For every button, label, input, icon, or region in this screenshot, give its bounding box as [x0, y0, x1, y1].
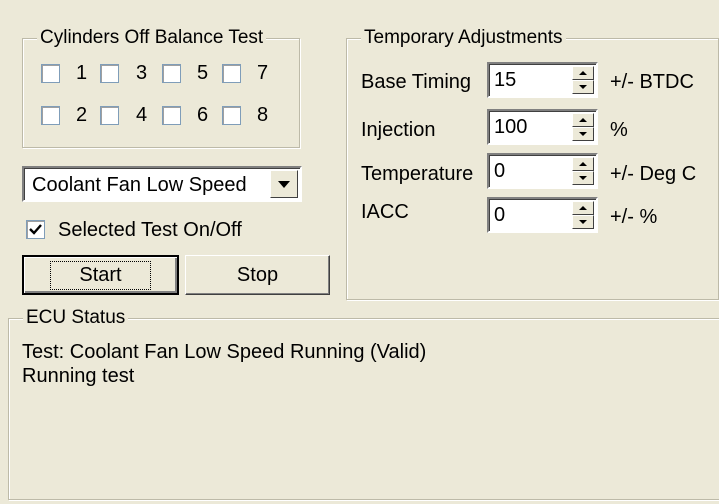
base-timing-value: 15	[494, 69, 517, 91]
cylinder-3-label: 3	[136, 62, 148, 84]
base-timing-decrement-button[interactable]	[572, 80, 594, 94]
injection-value: 100	[494, 116, 528, 138]
iacc-decrement-button[interactable]	[572, 215, 594, 229]
arrow-up-icon	[579, 162, 587, 166]
temperature-unit: +/- Deg C	[610, 163, 697, 185]
cylinder-5-label: 5	[197, 62, 209, 84]
dropdown-arrow-button[interactable]	[270, 170, 298, 198]
temporary-adjustments-title: Temporary Adjustments	[361, 26, 566, 50]
base-timing-label: Base Timing	[361, 71, 472, 93]
cylinder-7-label: 7	[257, 62, 269, 84]
cylinder-7-checkbox[interactable]	[222, 64, 241, 83]
temperature-increment-button[interactable]	[572, 157, 594, 171]
base-timing-increment-button[interactable]	[572, 66, 594, 80]
iacc-value: 0	[494, 204, 506, 226]
arrow-down-icon	[579, 85, 587, 89]
temperature-decrement-button[interactable]	[572, 171, 594, 185]
cylinders-off-balance-title: Cylinders Off Balance Test	[37, 26, 267, 50]
cylinder-6-checkbox[interactable]	[162, 106, 181, 125]
base-timing-spinbox[interactable]: 15	[487, 62, 598, 98]
cylinder-5-checkbox[interactable]	[162, 64, 181, 83]
checkmark-icon	[29, 224, 42, 235]
cylinder-8-checkbox[interactable]	[222, 106, 241, 125]
start-button[interactable]: Start	[22, 255, 179, 295]
chevron-down-icon	[278, 180, 290, 188]
iacc-label: IACC	[361, 201, 409, 223]
iacc-increment-button[interactable]	[572, 201, 594, 215]
temperature-value: 0	[494, 160, 506, 182]
cylinders-off-balance-groupbox: Cylinders Off Balance Test	[22, 26, 300, 148]
selected-test-onoff-label: Selected Test On/Off	[58, 219, 242, 241]
injection-spinbox[interactable]: 100	[487, 109, 598, 145]
injection-unit: %	[610, 119, 628, 141]
arrow-down-icon	[579, 176, 587, 180]
cylinder-2-checkbox[interactable]	[41, 106, 60, 125]
cylinder-4-checkbox[interactable]	[100, 106, 119, 125]
injection-label: Injection	[361, 119, 436, 141]
ecu-status-line: Test: Coolant Fan Low Speed Running (Val…	[22, 341, 427, 363]
arrow-up-icon	[579, 71, 587, 75]
arrow-down-icon	[579, 132, 587, 136]
injection-increment-button[interactable]	[572, 113, 594, 127]
ecu-status-title: ECU Status	[23, 306, 129, 330]
cylinder-6-label: 6	[197, 104, 209, 126]
cylinder-2-label: 2	[76, 104, 88, 126]
selected-test-onoff-checkbox[interactable]	[26, 220, 45, 239]
ecu-status-line: Running test	[22, 365, 135, 387]
stop-button[interactable]: Stop	[185, 255, 330, 295]
iacc-unit: +/- %	[610, 206, 658, 228]
cylinder-3-checkbox[interactable]	[100, 64, 119, 83]
arrow-up-icon	[579, 206, 587, 210]
arrow-up-icon	[579, 118, 587, 122]
cylinder-8-label: 8	[257, 104, 269, 126]
injection-decrement-button[interactable]	[572, 127, 594, 141]
temperature-label: Temperature	[361, 163, 474, 185]
start-button-label: Start	[50, 260, 151, 290]
cylinder-1-label: 1	[76, 62, 88, 84]
stop-button-label: Stop	[236, 263, 279, 286]
test-select-value: Coolant Fan Low Speed	[32, 174, 247, 196]
iacc-spinbox[interactable]: 0	[487, 197, 598, 233]
cylinder-4-label: 4	[136, 104, 148, 126]
cylinder-1-checkbox[interactable]	[41, 64, 60, 83]
base-timing-unit: +/- BTDC	[610, 71, 694, 93]
temperature-spinbox[interactable]: 0	[487, 153, 598, 189]
arrow-down-icon	[579, 220, 587, 224]
test-select-dropdown[interactable]: Coolant Fan Low Speed	[22, 166, 302, 202]
